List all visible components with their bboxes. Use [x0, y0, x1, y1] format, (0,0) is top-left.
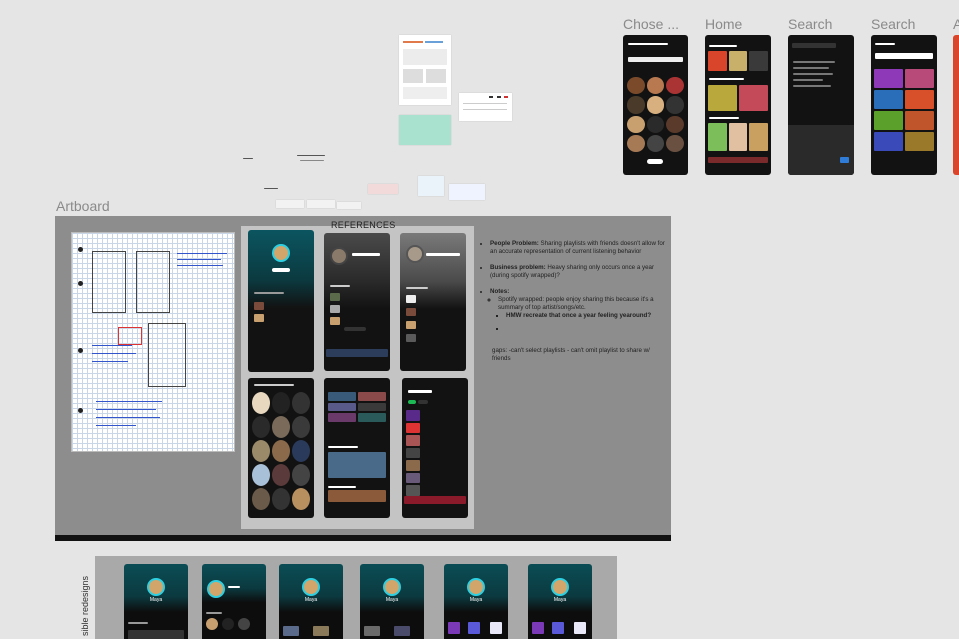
mini-text-line-b [300, 160, 324, 161]
genre-grid[interactable] [874, 69, 934, 151]
mini-color-swatch[interactable] [418, 176, 444, 196]
redesigns-label[interactable]: sible redesigns [80, 576, 90, 636]
sketch-notebook-image[interactable] [71, 232, 235, 452]
ref-home-grid[interactable] [328, 392, 386, 422]
redesign-profile-name: Maya [385, 597, 399, 603]
mini-box-b[interactable] [307, 200, 335, 208]
redesign-profile-name: Maya [304, 597, 318, 603]
frame-label-chose[interactable]: Chose ... [623, 16, 679, 32]
redesign-profile-name: Maya [469, 597, 483, 603]
ref-phone-library[interactable] [402, 378, 468, 518]
hmw-statement: HMW recreate that once a year feeling ye… [506, 312, 652, 319]
people-problem-label: People Problem: [490, 240, 539, 247]
redesign-phone-3[interactable]: Maya [279, 564, 343, 639]
ref-phone-jonathan-dark[interactable] [324, 233, 390, 371]
artist-grid[interactable] [627, 77, 684, 152]
phone-search-keyboard[interactable] [788, 35, 854, 175]
redesign-phone-1[interactable]: Maya [124, 564, 188, 639]
mini-text-line-d [264, 188, 278, 189]
mini-green-card[interactable] [399, 115, 451, 145]
ref-artists-grid[interactable] [252, 392, 310, 510]
redesign-phone-4[interactable]: Maya [360, 564, 424, 639]
redesign-profile-name: Maya [553, 597, 567, 603]
phone-search-browse[interactable] [871, 35, 937, 175]
ref-phone-home-feed[interactable] [324, 378, 390, 518]
note-item: Spotify wrapped: people enjoy sharing th… [498, 296, 654, 311]
frame-label-search[interactable]: Search [788, 16, 832, 32]
mini-doc-thumbnail[interactable] [399, 35, 451, 105]
redesign-phone-6[interactable]: Maya [528, 564, 592, 639]
ref-phone-profile-teal[interactable] [248, 230, 314, 372]
mini-table-thumbnail[interactable] [459, 93, 512, 121]
mini-pink-box[interactable] [368, 184, 398, 194]
mini-box-a[interactable] [276, 200, 304, 208]
frame-label-home[interactable]: Home [705, 16, 742, 32]
ref-phone-jonathan-gray[interactable] [400, 233, 466, 371]
redesign-profile-name: Maya [149, 597, 163, 603]
frame-label-a[interactable]: A [953, 16, 959, 32]
references-title[interactable]: REFERENCES [331, 220, 396, 230]
frame-label-search-2[interactable]: Search [871, 16, 915, 32]
redesign-phone-5[interactable]: Maya [444, 564, 508, 639]
mini-blue-tags[interactable] [449, 184, 485, 200]
notes-panel[interactable]: People Problem: Sharing playlists with f… [482, 240, 667, 363]
business-problem-label: Business problem: [490, 264, 546, 271]
notes-label: Notes: [490, 288, 510, 295]
mini-text-line-c [243, 158, 253, 159]
redesign-phone-2[interactable] [202, 564, 266, 639]
mini-box-c[interactable] [337, 202, 361, 209]
gaps-note: gaps: -can't select playlists - can't om… [492, 347, 650, 362]
home-grid[interactable] [708, 51, 768, 71]
phone-partial-red[interactable] [953, 35, 959, 175]
library-list[interactable] [406, 410, 420, 496]
section-divider [55, 535, 671, 541]
phone-choose-artists[interactable] [623, 35, 688, 175]
ref-phone-artists-grid[interactable] [248, 378, 314, 518]
keyboard[interactable] [788, 125, 854, 175]
mini-text-line-a [297, 155, 325, 156]
artboard-label[interactable]: Artboard [56, 198, 110, 214]
design-canvas[interactable]: Chose ... Home Search Search A Artboard … [0, 0, 959, 639]
phone-home[interactable] [705, 35, 771, 175]
